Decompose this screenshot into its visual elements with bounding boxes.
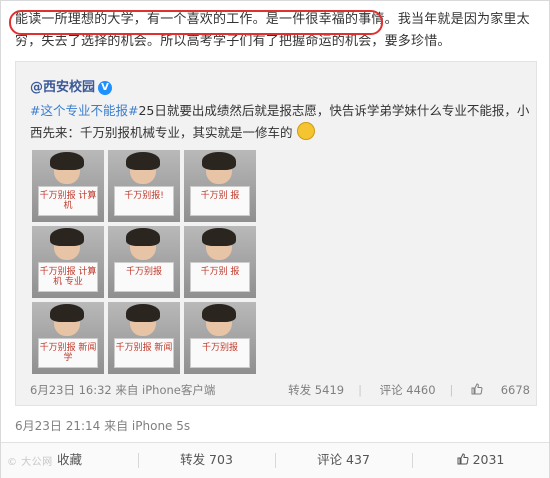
repost-comment-link[interactable]: 评论 4460	[380, 383, 436, 397]
person-hair	[50, 152, 84, 170]
repost-actions: 转发 5419 | 评论 4460 | 6678	[274, 382, 530, 398]
photo-thumbnail[interactable]: 千万别报 计算机 专业	[32, 226, 104, 298]
person-hair	[202, 152, 236, 170]
repost-repost-link[interactable]: 转发 5419	[288, 383, 344, 397]
person-hair	[202, 228, 236, 246]
like-button[interactable]: 2031	[412, 443, 549, 478]
watermark: © 大公网	[7, 457, 53, 468]
person-hair	[126, 152, 160, 170]
person-hair	[50, 304, 84, 322]
thumbs-up-icon	[471, 383, 483, 395]
photo-thumbnail[interactable]: 千万别 报	[184, 150, 256, 222]
post-text-highlighted: 能读一所理想的大学，有一个喜欢的工作。是一件很幸福的事情。	[15, 12, 398, 27]
divider: |	[358, 383, 362, 397]
photo-thumbnail[interactable]: 千万别报	[184, 302, 256, 374]
photo-thumbnail[interactable]: 千万别报 新闻	[108, 302, 180, 374]
handwritten-sign: 千万别报	[190, 338, 250, 368]
repost-author-name[interactable]: @西安校园	[30, 80, 95, 95]
repost-time-source[interactable]: 6月23日 16:32 来自 iPhone客户端	[30, 382, 215, 398]
handwritten-sign: 千万别报	[114, 262, 174, 292]
photo-grid: 千万别报 计算机 千万别报! 千万别 报 千万别报 计算机 专业 千万别报 千万…	[32, 150, 264, 374]
handwritten-sign: 千万别报 新闻 学	[38, 338, 98, 368]
emoji-icon	[296, 122, 315, 140]
handwritten-sign: 千万别 报	[190, 186, 250, 216]
photo-thumbnail[interactable]: 千万别报!	[108, 150, 180, 222]
post-time-source[interactable]: 6月23日 21:14 来自 iPhone 5s	[15, 417, 190, 434]
like-count: 2031	[472, 452, 505, 467]
person-hair	[202, 304, 236, 322]
person-hair	[126, 228, 160, 246]
handwritten-sign: 千万别 报	[190, 262, 250, 292]
action-bar: 收藏 转发 703 评论 437 2031	[1, 442, 549, 478]
handwritten-sign: 千万别报 新闻	[114, 338, 174, 368]
handwritten-sign: 千万别报 计算机	[38, 186, 98, 216]
photo-thumbnail[interactable]: 千万别报	[108, 226, 180, 298]
repost-like-link[interactable]: 6678	[471, 383, 530, 397]
repost-author[interactable]: @西安校园 V	[30, 76, 113, 95]
photo-thumbnail[interactable]: 千万别报 新闻 学	[32, 302, 104, 374]
reposted-weibo: @西安校园 V #这个专业不能报#25日就要出成绩然后就是报志愿，快告诉学弟学妹什…	[15, 61, 537, 406]
photo-thumbnail[interactable]: 千万别 报	[184, 226, 256, 298]
repost-button[interactable]: 转发 703	[138, 443, 275, 478]
post-text: 能读一所理想的大学，有一个喜欢的工作。是一件很幸福的事情。我当年就是因为家里太穷…	[15, 9, 537, 53]
repost-body: #这个专业不能报#25日就要出成绩然后就是报志愿，快告诉学弟学妹什么专业不能报，…	[30, 100, 530, 144]
divider: |	[449, 383, 454, 397]
person-hair	[50, 228, 84, 246]
verified-badge-icon: V	[98, 81, 113, 95]
handwritten-sign: 千万别报 计算机 专业	[38, 262, 98, 292]
photo-thumbnail[interactable]: 千万别报 计算机	[32, 150, 104, 222]
thumbs-up-icon	[457, 453, 469, 465]
person-hair	[126, 304, 160, 322]
topic-link[interactable]: #这个专业不能报#	[30, 103, 138, 118]
repost-like-count: 6678	[500, 383, 530, 397]
handwritten-sign: 千万别报!	[114, 186, 174, 216]
weibo-post-card: 能读一所理想的大学，有一个喜欢的工作。是一件很幸福的事情。我当年就是因为家里太穷…	[0, 0, 550, 478]
comment-button[interactable]: 评论 437	[275, 443, 412, 478]
